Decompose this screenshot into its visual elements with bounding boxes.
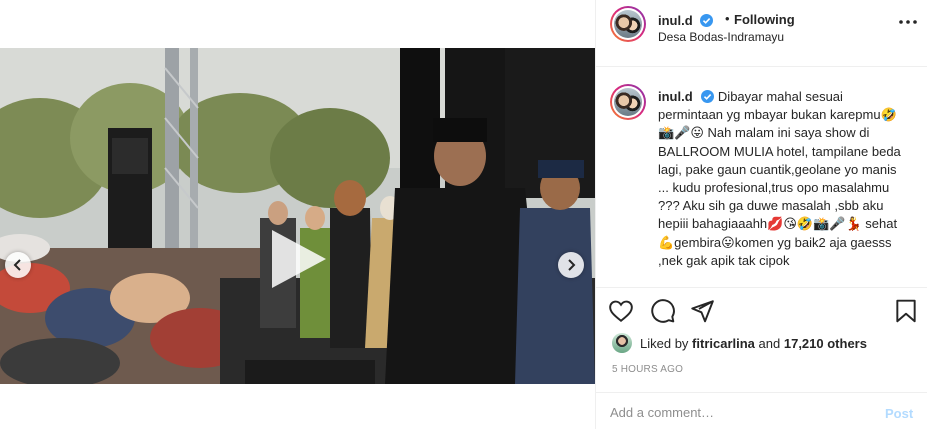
heart-icon[interactable] [608,298,634,324]
caption-text: Dibayar mahal sesuai permintaan yg mbaya… [658,89,905,268]
verified-icon [701,90,715,103]
post-video[interactable] [0,48,595,384]
chevron-right-icon [568,259,576,271]
bookmark-icon[interactable] [893,298,919,324]
caption-avatar[interactable] [610,84,646,120]
liker-username[interactable]: fitricarlina [692,336,755,351]
separator-dot: • [725,11,730,26]
play-icon[interactable] [264,226,330,292]
action-bar [596,287,927,327]
caption-username[interactable]: inul.d [658,89,693,104]
likes-count[interactable]: 17,210 others [784,336,867,351]
previous-media-button[interactable] [5,252,31,278]
location-link[interactable]: Desa Bodas-Indramayu [658,30,784,44]
verified-icon [700,14,714,27]
comment-input[interactable] [610,401,870,423]
more-options-icon[interactable] [898,16,918,28]
header-username[interactable]: inul.d [658,13,693,28]
liked-by-label: Liked by [640,336,689,351]
post-caption: inul.d Dibayar mahal sesuai permintaan y… [658,88,908,270]
comment-icon[interactable] [650,298,676,324]
avatar[interactable] [610,6,646,42]
chevron-left-icon [13,259,21,271]
video-frame [0,48,595,384]
share-icon[interactable] [689,298,715,324]
next-media-button[interactable] [558,252,584,278]
following-button[interactable]: Following [734,12,795,27]
likes-and-label: and [758,336,781,351]
instagram-post: inul.d • Following Desa Bodas-Indramayu … [0,0,927,429]
post-comment-button[interactable]: Post [885,406,913,421]
comment-bar: Post [596,392,927,429]
liker-avatar[interactable] [612,333,632,353]
post-sidebar: inul.d • Following Desa Bodas-Indramayu … [595,0,927,429]
post-header: inul.d • Following Desa Bodas-Indramayu [596,0,927,48]
post-timestamp[interactable]: 5 HOURS AGO [612,364,683,375]
